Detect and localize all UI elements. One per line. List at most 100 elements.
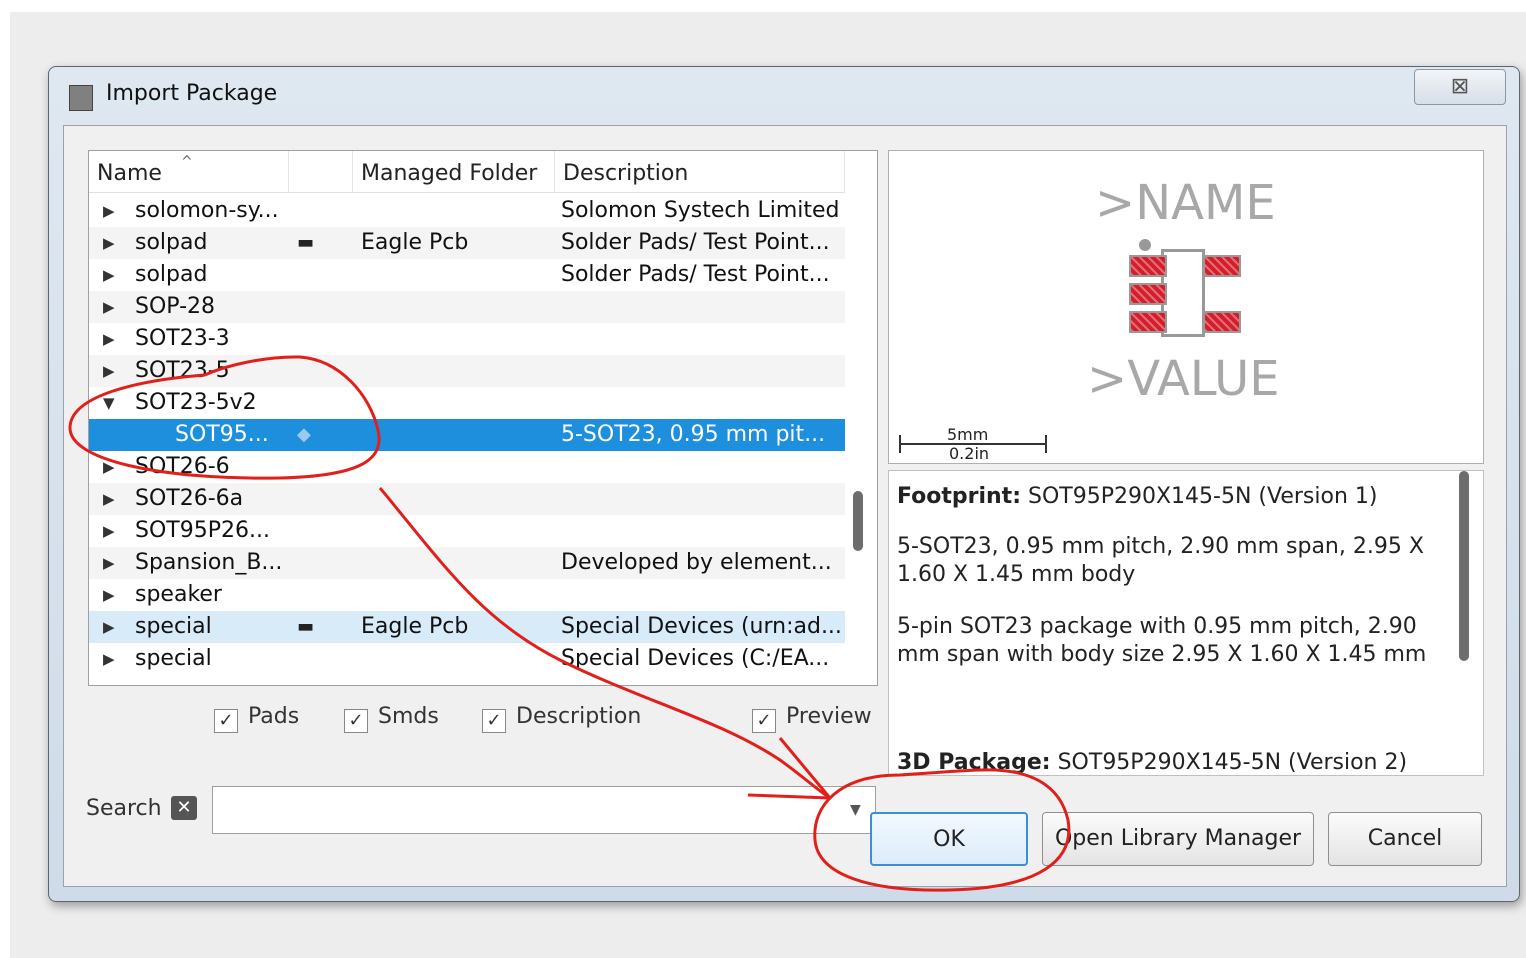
column-lock-header[interactable] — [289, 151, 353, 193]
expand-arrow-icon[interactable]: ▶ — [103, 291, 115, 323]
preview-name-text: >NAME — [1095, 175, 1276, 231]
footprint-label: Footprint: — [897, 484, 1021, 509]
tree-row[interactable]: ▶ speaker — [89, 579, 845, 611]
pad — [1129, 311, 1167, 333]
preview-value-text: >VALUE — [1087, 351, 1280, 407]
tree-row[interactable]: ▶ solpad Solder Pads/ Test Point... — [89, 259, 845, 291]
expand-arrow-icon[interactable]: ▶ — [103, 259, 115, 291]
chevron-down-icon[interactable]: ▼ — [850, 802, 861, 818]
pad — [1203, 311, 1241, 333]
scale-tick — [1045, 435, 1047, 453]
package-name: special — [135, 646, 212, 671]
expand-arrow-icon[interactable]: ▼ — [103, 387, 115, 419]
expand-arrow-icon[interactable]: ▶ — [103, 451, 115, 483]
check-icon: ✓ — [752, 709, 776, 733]
description-cell: Solder Pads/ Test Point... — [561, 262, 830, 287]
scale-mm-label: 5mm — [947, 425, 989, 444]
package-name: solpad — [135, 262, 208, 287]
clear-search-icon[interactable]: ✕ — [171, 796, 197, 820]
package-name: SOT26-6a — [135, 486, 244, 511]
package-name: SOT95P26... — [135, 518, 270, 543]
footprint-line: Footprint: SOT95P290X145-5N (Version 1) — [897, 483, 1449, 511]
tree-row[interactable]: ▶ special ▬ Eagle Pcb Special Devices (urn:a… — [89, 611, 845, 643]
tree-scrollbar-thumb[interactable] — [853, 491, 863, 551]
package-name: solomon-sy... — [135, 198, 279, 223]
3d-package-value: SOT95P290X145-5N (Version 2) — [1057, 750, 1408, 775]
ok-button[interactable]: OK — [870, 812, 1028, 866]
cancel-button[interactable]: Cancel — [1328, 812, 1482, 866]
tree-row[interactable]: ▶ Spansion_B... Developed by element... — [89, 547, 845, 579]
expand-arrow-icon[interactable]: ▶ — [103, 515, 115, 547]
expand-arrow-icon[interactable]: ▶ — [103, 227, 115, 259]
3d-package-label: 3D Package: — [897, 750, 1051, 775]
pad — [1203, 255, 1241, 277]
tree-rows: ▶ solomon-sy... Solomon Systech Limited ▶ so… — [89, 195, 845, 675]
tree-row[interactable]: ▼ SOT23-5v2 — [89, 387, 845, 419]
tree-row[interactable]: ▶ SOP-28 — [89, 291, 845, 323]
package-name: solpad — [135, 230, 208, 255]
smds-checkbox[interactable]: ✓ Smds — [344, 704, 439, 733]
open-library-manager-button[interactable]: Open Library Manager — [1042, 812, 1314, 866]
package-outline — [1161, 249, 1205, 337]
description-cell: Solder Pads/ Test Point... — [561, 230, 830, 255]
footprint-preview: >NAME >VALUE 5mm 0.2in — [888, 150, 1484, 464]
expand-arrow-icon[interactable]: ▶ — [103, 643, 115, 675]
check-icon: ✓ — [214, 709, 238, 733]
expand-arrow-icon[interactable]: ▶ — [103, 611, 115, 643]
info-scrollbar-thumb[interactable] — [1459, 471, 1469, 661]
preview-checkbox[interactable]: ✓ Preview — [752, 704, 872, 733]
tree-row[interactable]: ▶ SOT26-6 — [89, 451, 845, 483]
preview-label: Preview — [786, 704, 872, 729]
description-cell: 5-SOT23, 0.95 mm pit... — [561, 422, 826, 447]
footprint-value: SOT95P290X145-5N (Version 1) — [1028, 484, 1378, 509]
3d-package-line: 3D Package: SOT95P290X145-5N (Version 2) — [897, 749, 1449, 775]
description-cell: Solomon Systech Limited — [561, 198, 840, 223]
scale-in-label: 0.2in — [949, 444, 990, 463]
pad — [1129, 255, 1167, 277]
description-cell: Special Devices (urn:ad... — [561, 614, 842, 639]
title-bar[interactable]: Import Package ⊠ — [49, 67, 1519, 125]
scale-tick — [899, 435, 901, 453]
expand-arrow-icon[interactable]: ▶ — [103, 483, 115, 515]
dialog-title: Import Package — [106, 81, 278, 106]
tree-row[interactable]: ▶ solomon-sy... Solomon Systech Limited — [89, 195, 845, 227]
tree-header: ^ Name Managed Folder Description — [89, 151, 845, 193]
package-name: SOT23-3 — [135, 326, 230, 351]
tree-row[interactable]: ▶ solpad ▬ Eagle Pcb Solder Pads/ Test Point… — [89, 227, 845, 259]
check-icon: ✓ — [482, 709, 506, 733]
tree-row[interactable]: ▶ SOT95P26... — [89, 515, 845, 547]
managed-lock-icon: ◆ — [297, 424, 311, 445]
smds-label: Smds — [378, 704, 439, 729]
expand-arrow-icon[interactable]: ▶ — [103, 579, 115, 611]
tree-row[interactable]: ▶ SOT23-3 — [89, 323, 845, 355]
package-name: special — [135, 614, 212, 639]
description-checkbox[interactable]: ✓ Description — [482, 704, 641, 733]
package-name: SOT23-5v2 — [135, 390, 257, 415]
search-input[interactable] — [212, 786, 876, 834]
package-name: SOT23-5 — [135, 358, 230, 383]
pads-checkbox[interactable]: ✓ Pads — [214, 704, 299, 733]
expand-arrow-icon[interactable]: ▶ — [103, 323, 115, 355]
close-button[interactable]: ⊠ — [1414, 69, 1506, 105]
package-summary: 5-SOT23, 0.95 mm pitch, 2.90 mm span, 2.… — [897, 534, 1424, 587]
column-managed-folder-header[interactable]: Managed Folder — [353, 151, 555, 193]
package-name: speaker — [135, 582, 222, 607]
expand-arrow-icon[interactable]: ▶ — [103, 195, 115, 227]
pads-label: Pads — [248, 704, 300, 729]
column-name-header[interactable]: ^ Name — [89, 151, 289, 193]
tree-row[interactable]: ▶ special Special Devices (C:/EA... — [89, 643, 845, 675]
package-tree[interactable]: ^ Name Managed Folder Description ▶ solom… — [88, 150, 878, 686]
expand-arrow-icon[interactable]: ▶ — [103, 355, 115, 387]
import-package-dialog: Import Package ⊠ ^ Name Managed Folder D… — [48, 66, 1520, 902]
tree-row[interactable]: ▶ SOT26-6a — [89, 483, 845, 515]
managed-lock-icon: ▬ — [297, 616, 315, 637]
tree-row[interactable]: ▶ SOT23-5 — [89, 355, 845, 387]
app-icon — [69, 85, 93, 111]
expand-arrow-icon[interactable]: ▶ — [103, 547, 115, 579]
check-icon: ✓ — [344, 709, 368, 733]
column-description-header[interactable]: Description — [555, 151, 845, 193]
tree-row[interactable]: SOT95... ◆ 5-SOT23, 0.95 mm pit... — [89, 419, 845, 451]
column-name-label: Name — [97, 161, 162, 186]
description-cell: Developed by element... — [561, 550, 832, 575]
sort-ascending-icon: ^ — [181, 154, 193, 170]
